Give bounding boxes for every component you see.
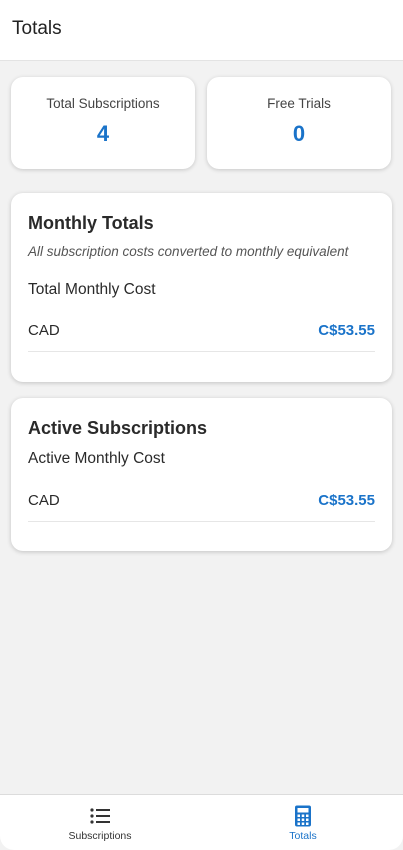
list-icon <box>90 808 110 824</box>
free-trials-card: Free Trials 0 <box>207 77 391 169</box>
free-trials-value: 0 <box>292 121 306 146</box>
total-monthly-cost-label: Total Monthly Cost <box>28 281 156 298</box>
currency-row: CAD C$53.55 <box>28 492 375 522</box>
calculator-icon <box>295 805 311 827</box>
nav-label-subscriptions: Subscriptions <box>68 830 132 842</box>
total-subscriptions-card: Total Subscriptions 4 <box>11 77 195 169</box>
total-subscriptions-label: Total Subscriptions <box>46 96 160 111</box>
active-subscriptions-card: Active Subscriptions Active Monthly Cost… <box>11 398 392 551</box>
currency-row: CAD C$53.55 <box>28 322 375 352</box>
nav-tab-subscriptions[interactable]: Subscriptions <box>0 795 200 843</box>
active-subscriptions-title: Active Subscriptions <box>28 418 208 438</box>
currency-amount: C$53.55 <box>318 492 375 509</box>
total-subscriptions-value: 4 <box>96 121 110 146</box>
monthly-totals-title: Monthly Totals <box>28 213 154 233</box>
app-header: Totals <box>0 0 403 61</box>
page-title: Totals <box>12 18 62 39</box>
currency-code: CAD <box>28 492 60 509</box>
nav-label-totals: Totals <box>289 830 317 842</box>
nav-tab-totals[interactable]: Totals <box>203 795 403 843</box>
currency-amount: C$53.55 <box>318 322 375 339</box>
bottom-navigation: Subscriptions Totals <box>0 794 403 850</box>
app-root: Totals Total Subscriptions 4 Free Trials… <box>0 0 403 850</box>
currency-code: CAD <box>28 322 60 339</box>
monthly-totals-description: All subscription costs converted to mont… <box>28 244 349 259</box>
free-trials-label: Free Trials <box>267 96 331 111</box>
monthly-totals-card: Monthly Totals All subscription costs co… <box>11 193 392 382</box>
active-monthly-cost-label: Active Monthly Cost <box>28 450 165 467</box>
